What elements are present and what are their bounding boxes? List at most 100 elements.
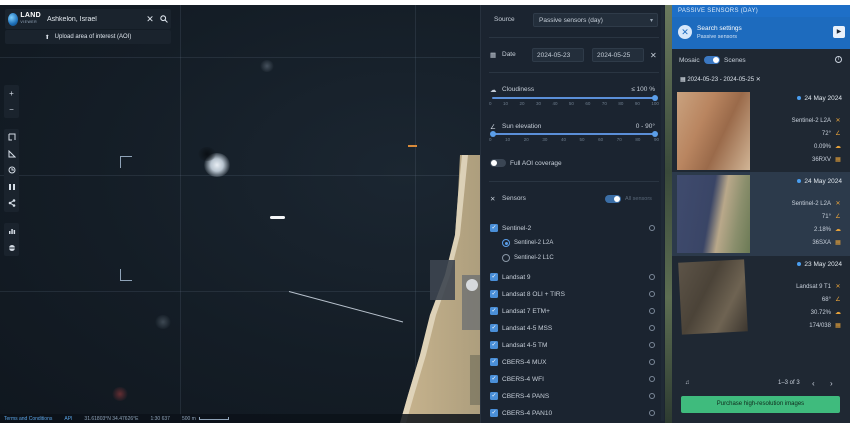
- tick-label: 80: [635, 137, 641, 142]
- results-panel: PASSIVE SENSORS (DAY) ✕ Search settings …: [672, 5, 850, 423]
- tick-label: 100: [651, 101, 659, 106]
- satellite-icon: ✕: [490, 196, 496, 203]
- info-icon[interactable]: [649, 325, 655, 331]
- basemap-icon[interactable]: [4, 240, 19, 257]
- cloud-patch: [112, 387, 128, 401]
- terms-link[interactable]: Terms and Conditions: [4, 416, 52, 422]
- sensor-checkbox[interactable]: ✓: [490, 358, 498, 366]
- next-page-icon[interactable]: ›: [830, 379, 833, 388]
- sensor-checkbox[interactable]: ✓: [490, 307, 498, 315]
- sensor-checkbox[interactable]: ✓: [490, 392, 498, 400]
- remove-chip-icon[interactable]: ✕: [756, 77, 761, 83]
- upload-aoi-button[interactable]: ⬆ Upload area of interest (AOI): [5, 30, 171, 44]
- satellite-icon: ✕: [835, 284, 841, 290]
- info-icon[interactable]: [649, 342, 655, 348]
- app-frame: LAND VIEWER ✕ ⬆ Upload area of interest …: [0, 5, 850, 423]
- zoom-out-button[interactable]: −: [4, 102, 19, 119]
- mosaic-scenes-switch: Mosaic Scenes i: [672, 49, 850, 71]
- sensor-checkbox[interactable]: ✓: [490, 324, 498, 332]
- date-filter-chip[interactable]: ▦ 2024-05-23 - 2024-05-25 ✕: [678, 74, 763, 85]
- clear-search-icon[interactable]: ✕: [143, 9, 157, 29]
- settings-scrollbar[interactable]: [661, 7, 664, 421]
- date-chip-label: 2024-05-23 - 2024-05-25: [687, 77, 755, 83]
- info-icon[interactable]: [649, 225, 655, 231]
- zoom-in-button[interactable]: +: [4, 85, 19, 102]
- ruler-icon[interactable]: [4, 146, 19, 163]
- compare-icon[interactable]: [4, 179, 19, 196]
- sensor-checkbox[interactable]: ✓: [490, 290, 498, 298]
- scene-sensor: Sentinel-2 L2A ✕: [791, 118, 841, 124]
- scene-date: 24 May 2024: [797, 178, 842, 185]
- sun-elevation-slider[interactable]: [490, 131, 658, 137]
- info-icon[interactable]: [649, 308, 655, 314]
- sensor-checkbox[interactable]: ✓: [490, 273, 498, 281]
- scene-tile: 36SXA ▦: [812, 240, 841, 246]
- api-link[interactable]: API: [64, 416, 72, 422]
- scene-thumbnail[interactable]: [677, 175, 750, 253]
- scene-card[interactable]: 24 May 2024 Sentinel-2 L2A ✕ 71° ∠ 2.18% ☁ 36SX…: [672, 172, 850, 256]
- globe-icon: [8, 12, 19, 26]
- tick-label: 90: [653, 137, 659, 142]
- map-status-bar: Terms and Conditions API 31.61803°N 34.4…: [0, 414, 480, 423]
- map-tools: [4, 129, 19, 212]
- close-icon[interactable]: ✕: [678, 25, 692, 39]
- all-sensors-toggle[interactable]: [605, 195, 621, 203]
- date-to-input[interactable]: 2024-05-25: [592, 48, 644, 62]
- grid-icon: ▦: [835, 240, 841, 246]
- search-box: LAND VIEWER ✕: [5, 9, 171, 29]
- source-value: Passive sensors (day): [539, 17, 603, 24]
- clear-date-icon[interactable]: ✕: [650, 51, 657, 60]
- info-icon[interactable]: [649, 291, 655, 297]
- calendar-icon: ▦: [680, 77, 686, 83]
- aoi-corner: [120, 156, 132, 168]
- caret-down-icon: ▾: [649, 18, 653, 24]
- share-icon[interactable]: [4, 195, 19, 212]
- sensor-checkbox[interactable]: ✓: [490, 375, 498, 383]
- scene-thumbnail[interactable]: [677, 92, 750, 170]
- time-lapse-icon[interactable]: [4, 162, 19, 179]
- info-icon[interactable]: [649, 393, 655, 399]
- tick-label: 30: [535, 101, 541, 106]
- info-icon[interactable]: [649, 274, 655, 280]
- search-input[interactable]: [41, 9, 143, 29]
- info-icon[interactable]: [649, 359, 655, 365]
- scene-card[interactable]: 24 May 2024 Sentinel-2 L2A ✕ 72° ∠ 0.09% ☁ 36RX…: [672, 89, 850, 173]
- info-icon[interactable]: [649, 376, 655, 382]
- search-icon[interactable]: [157, 9, 171, 29]
- prev-page-icon[interactable]: ‹: [812, 379, 815, 388]
- info-icon[interactable]: i: [835, 56, 842, 63]
- tick-label: 40: [560, 137, 566, 142]
- search-settings-subtitle: Passive sensors: [697, 34, 738, 40]
- full-aoi-toggle[interactable]: [490, 159, 506, 167]
- info-icon[interactable]: [649, 410, 655, 416]
- purchase-images-button[interactable]: Purchase high-resolution images: [681, 396, 840, 413]
- cloudiness-slider[interactable]: [492, 95, 658, 101]
- sun-angle-icon: ∠: [835, 297, 841, 303]
- sensor-level-radio[interactable]: [502, 254, 510, 262]
- cloud-icon: ☁: [835, 227, 841, 233]
- scene-thumbnail[interactable]: [678, 259, 748, 335]
- zoom-controls: + −: [4, 85, 19, 118]
- notification-bell-icon[interactable]: ♫: [685, 380, 690, 386]
- play-icon[interactable]: ▶: [833, 26, 845, 38]
- scene-cloudiness: 30.72% ☁: [810, 310, 841, 316]
- sensor-checkbox[interactable]: ✓: [490, 409, 498, 417]
- sensor-checkbox[interactable]: ✓: [490, 224, 498, 232]
- tick-label: 10: [502, 101, 508, 106]
- sensor-label: Landsat 4-5 TM: [502, 342, 548, 349]
- date-from-input[interactable]: 2024-05-23: [532, 48, 584, 62]
- source-select[interactable]: Passive sensors (day) ▾: [533, 13, 658, 27]
- sensor-level-radio[interactable]: [502, 239, 510, 247]
- sensor-label: CBERS-4 MUX: [502, 359, 547, 366]
- mosaic-scenes-toggle[interactable]: [704, 56, 720, 64]
- aoi-draw-icon[interactable]: [4, 129, 19, 146]
- search-settings-bar[interactable]: ✕ Search settings Passive sensors ▶: [672, 17, 850, 49]
- tick-label: 50: [579, 137, 585, 142]
- pier-line: [288, 291, 404, 323]
- tick-label: 50: [568, 101, 574, 106]
- sensor-checkbox[interactable]: ✓: [490, 341, 498, 349]
- aoi-corner: [120, 269, 132, 281]
- scene-card[interactable]: 23 May 2024 Landsat 9 T1 ✕ 68° ∠ 30.72% ☁ 174/0…: [672, 255, 850, 339]
- scale-bar: 500 m: [182, 416, 229, 422]
- analytics-icon[interactable]: [4, 223, 19, 240]
